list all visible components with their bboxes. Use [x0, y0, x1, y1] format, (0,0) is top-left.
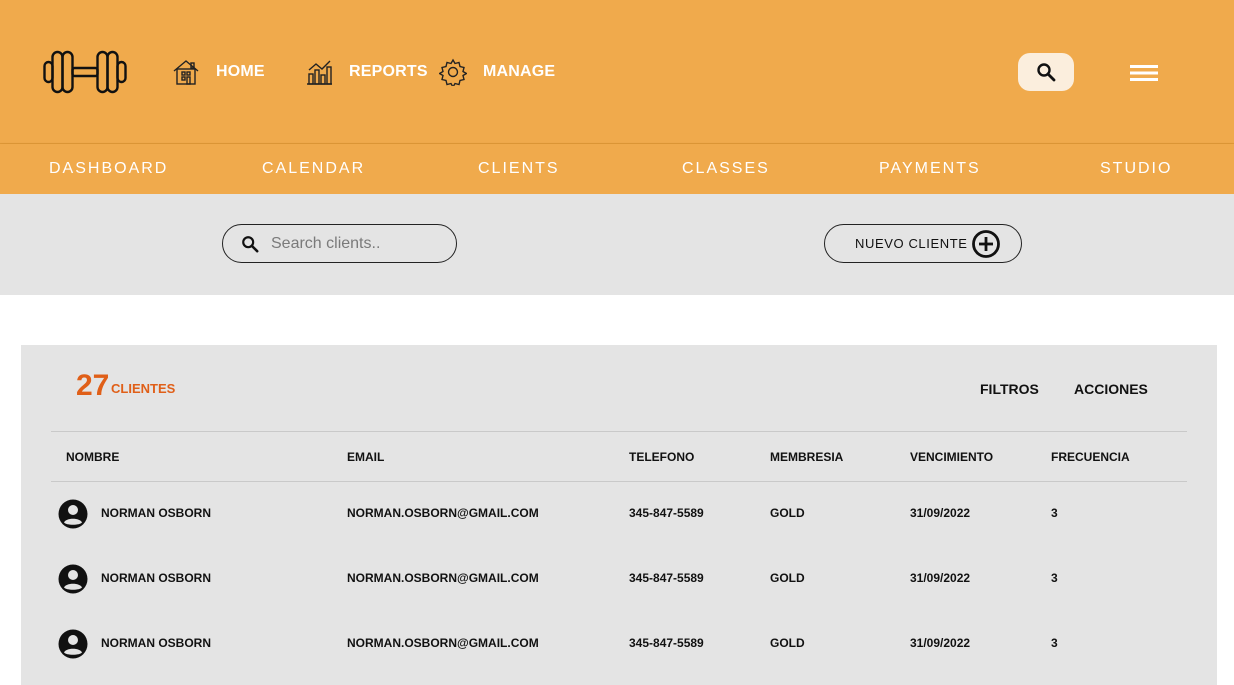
- table-row[interactable]: NORMAN OSBORN NORMAN.OSBORN@GMAIL.COM 34…: [21, 619, 1217, 669]
- tab-studio[interactable]: STUDIO: [1100, 160, 1172, 178]
- header-search-button[interactable]: [1018, 53, 1074, 91]
- client-expiry: 31/09/2022: [910, 506, 971, 520]
- tab-payments[interactable]: PAYMENTS: [879, 160, 981, 178]
- actions-button[interactable]: ACCIONES: [1074, 381, 1148, 397]
- tab-classes[interactable]: CLASSES: [682, 160, 770, 178]
- nav-home-label: HOME: [216, 63, 265, 80]
- client-email: NORMAN.OSBORN@GMAIL.COM: [347, 636, 539, 650]
- search-icon: [1037, 63, 1056, 82]
- tab-dashboard[interactable]: DASHBOARD: [49, 160, 168, 178]
- client-search-box[interactable]: [222, 224, 457, 263]
- plus-circle-icon: [972, 230, 1000, 258]
- gear-icon: [439, 58, 467, 86]
- client-membership: GOLD: [770, 506, 805, 520]
- divider: [51, 481, 1187, 482]
- new-client-button[interactable]: NUEVO CLIENTE: [824, 224, 1022, 263]
- client-membership: GOLD: [770, 636, 805, 650]
- client-search-input[interactable]: [269, 233, 443, 254]
- client-expiry: 31/09/2022: [910, 571, 971, 585]
- client-phone: 345-847-5589: [629, 506, 704, 520]
- column-header-name[interactable]: NOMBRE: [66, 450, 119, 464]
- client-membership: GOLD: [770, 571, 805, 585]
- user-avatar-icon: [58, 499, 88, 529]
- client-name: NORMAN OSBORN: [101, 506, 211, 520]
- section-tabs: DASHBOARD CALENDAR CLIENTS CLASSES PAYME…: [0, 144, 1234, 194]
- client-name: NORMAN OSBORN: [101, 636, 211, 650]
- top-header: HOME REPORTS MANAGE: [0, 0, 1234, 144]
- client-count-label: CLIENTES: [111, 381, 176, 396]
- client-email: NORMAN.OSBORN@GMAIL.COM: [347, 506, 539, 520]
- client-count: 27: [76, 369, 110, 402]
- column-header-membership[interactable]: MEMBRESIA: [770, 450, 843, 464]
- new-client-label: NUEVO CLIENTE: [855, 236, 968, 251]
- bar-chart-icon: [307, 60, 332, 85]
- client-name: NORMAN OSBORN: [101, 571, 211, 585]
- client-expiry: 31/09/2022: [910, 636, 971, 650]
- house-icon: [173, 60, 199, 85]
- clients-toolbar: NUEVO CLIENTE: [0, 194, 1234, 295]
- client-email: NORMAN.OSBORN@GMAIL.COM: [347, 571, 539, 585]
- column-header-expiry[interactable]: VENCIMIENTO: [910, 450, 993, 464]
- table-row[interactable]: NORMAN OSBORN NORMAN.OSBORN@GMAIL.COM 34…: [21, 489, 1217, 539]
- client-frequency: 3: [1051, 506, 1058, 520]
- filters-button[interactable]: FILTROS: [980, 381, 1039, 397]
- tab-calendar[interactable]: CALENDAR: [262, 160, 365, 178]
- dumbbell-icon[interactable]: [43, 47, 127, 97]
- column-header-phone[interactable]: TELEFONO: [629, 450, 694, 464]
- column-header-frequency[interactable]: FRECUENCIA: [1051, 450, 1130, 464]
- nav-manage[interactable]: MANAGE: [439, 58, 555, 86]
- client-frequency: 3: [1051, 571, 1058, 585]
- user-avatar-icon: [58, 564, 88, 594]
- tab-clients[interactable]: CLIENTS: [478, 160, 560, 178]
- clients-panel: 27 CLIENTES FILTROS ACCIONES NOMBRE EMAI…: [21, 345, 1217, 685]
- nav-reports[interactable]: REPORTS: [305, 58, 428, 86]
- hamburger-menu-icon[interactable]: [1128, 60, 1160, 86]
- user-avatar-icon: [58, 629, 88, 659]
- client-phone: 345-847-5589: [629, 571, 704, 585]
- client-frequency: 3: [1051, 636, 1058, 650]
- table-row[interactable]: NORMAN OSBORN NORMAN.OSBORN@GMAIL.COM 34…: [21, 554, 1217, 604]
- nav-home[interactable]: HOME: [172, 58, 265, 86]
- search-icon: [242, 235, 259, 252]
- divider: [51, 431, 1187, 432]
- client-phone: 345-847-5589: [629, 636, 704, 650]
- column-header-email[interactable]: EMAIL: [347, 450, 384, 464]
- nav-reports-label: REPORTS: [349, 63, 428, 80]
- nav-manage-label: MANAGE: [483, 63, 556, 80]
